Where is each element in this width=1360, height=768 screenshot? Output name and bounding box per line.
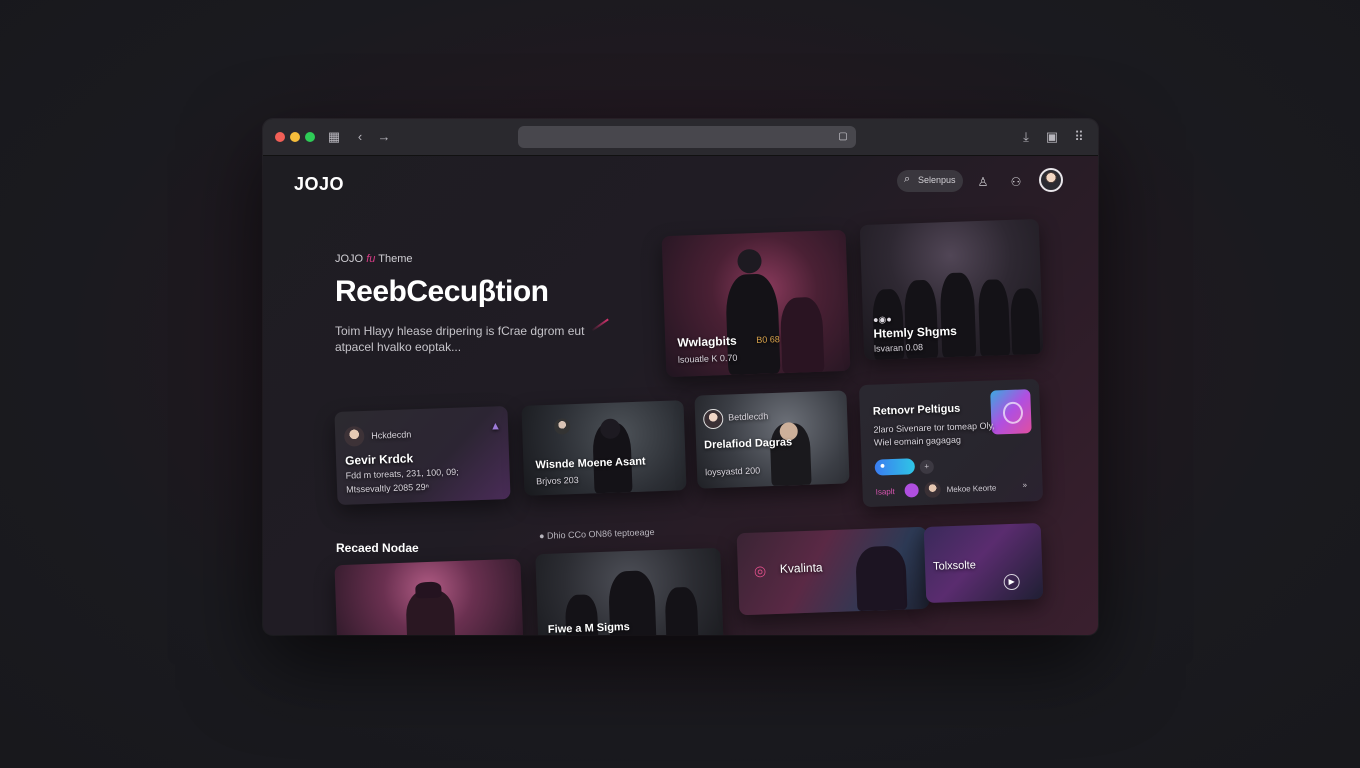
card-title: Fiwe a M Sigms bbox=[547, 621, 631, 635]
card-meta: Brjvos 203 bbox=[535, 474, 579, 487]
author-avatar bbox=[702, 408, 724, 430]
share-icon[interactable]: ▣ bbox=[1043, 128, 1061, 146]
card-title: Wwlagbits bbox=[677, 333, 737, 350]
author-name: Betdlecdh bbox=[728, 411, 769, 423]
card-meta: lsvaran 0.08 bbox=[873, 342, 924, 354]
footer-left-label: Isaplt bbox=[875, 486, 895, 497]
search-label: Selenpus bbox=[918, 175, 956, 185]
chevron-right-icon[interactable]: » bbox=[1022, 480, 1027, 489]
play-icon[interactable]: ▶ bbox=[1003, 573, 1020, 591]
section-meta: ● Dhio CCo ON86 teptoeage bbox=[539, 527, 655, 541]
users-icon[interactable]: ⚇ bbox=[1007, 173, 1025, 191]
card-title: Gevir Krdck bbox=[344, 451, 414, 468]
download-icon[interactable]: ⤓ bbox=[1017, 128, 1035, 146]
author-card[interactable]: Hckdecdn ▲ Gevir Krdck Fdd m toreats, 23… bbox=[334, 406, 511, 505]
media-card-9[interactable]: ◎ Kvalinta bbox=[736, 526, 930, 616]
section-title: Recaed Nodae bbox=[336, 541, 419, 555]
media-card-10[interactable]: Tolxsolte ▶ bbox=[923, 522, 1044, 604]
title-bar: ▦ ‹ → ▢ ⤓ ▣ ⠿ bbox=[263, 119, 1098, 156]
media-card-8[interactable]: Fiwe a M Sigms bbox=[535, 547, 724, 635]
app-logo[interactable]: JOJO bbox=[294, 174, 344, 195]
hero-kicker: JOJO fu Theme bbox=[335, 253, 412, 265]
featured-card-2[interactable]: ●◉● Htemly Shgms lsvaran 0.08 bbox=[859, 218, 1044, 361]
character-head bbox=[737, 248, 762, 274]
app-icon bbox=[990, 389, 1032, 435]
section-meta-text: Dhio CCo ON86 teptoeage bbox=[546, 526, 655, 541]
triangle-icon[interactable]: ▲ bbox=[490, 420, 501, 432]
drop-icon: ● bbox=[879, 460, 886, 471]
character-figure bbox=[855, 545, 908, 612]
character-figure bbox=[779, 296, 825, 374]
card-desc-1: 2laro Sivenare tor tomeap Oly, bbox=[873, 420, 995, 435]
card-title: Retnovr Peltigus bbox=[872, 402, 961, 418]
status-dot bbox=[904, 483, 919, 498]
maximize-window-button[interactable] bbox=[305, 132, 315, 142]
kicker-accent: fu bbox=[366, 253, 376, 265]
card-meta-1: Fdd m toreats, 231, 100, 09; bbox=[345, 466, 459, 481]
author-avatar bbox=[553, 418, 571, 435]
author-name: Hckdecdn bbox=[371, 429, 412, 441]
neon-icon: ◎ bbox=[753, 562, 767, 579]
card-icons: ●◉● bbox=[872, 314, 892, 325]
media-card-5[interactable]: Betdlecdh Drelafiod Dagras loysyastd 200 bbox=[694, 390, 850, 489]
grid-icon[interactable]: ⠿ bbox=[1070, 128, 1088, 146]
browser-window: ▦ ‹ → ▢ ⤓ ▣ ⠿ JOJO ⌕ Selenpus ♙ ⚇ JOJO f… bbox=[263, 119, 1098, 635]
character-figure bbox=[664, 586, 699, 635]
decorative-streak bbox=[591, 318, 609, 332]
featured-card-1[interactable]: Wwlagbits B0 68 lsouatle K 0.70 bbox=[661, 229, 851, 378]
search-icon: ⌕ bbox=[904, 173, 911, 185]
card-meta: loysyastd 200 bbox=[704, 465, 761, 478]
card-title: Htemly Shgms bbox=[873, 323, 958, 341]
card-desc-2: Wiel eomain gagagag bbox=[873, 434, 962, 448]
card-badge: B0 68 bbox=[756, 334, 780, 346]
character-figure bbox=[1010, 287, 1041, 355]
minimize-window-button[interactable] bbox=[290, 132, 300, 142]
hero-subtitle: Toim Hlayy hlease dripering is fCrae dgr… bbox=[335, 324, 585, 354]
hat-shape bbox=[415, 581, 442, 599]
author-avatar bbox=[343, 426, 365, 447]
media-card-4[interactable]: Wisnde Moene Asant Brjvos 203 bbox=[521, 400, 687, 496]
location-icon: ● bbox=[538, 530, 545, 542]
forward-icon[interactable]: → bbox=[375, 128, 393, 146]
plus-icon[interactable]: + bbox=[919, 459, 935, 475]
card-meta-2: Mtssevaltly 2085 29ⁿ bbox=[345, 481, 430, 495]
card-title: Tolxsolte bbox=[932, 559, 977, 573]
search-input[interactable]: ⌕ Selenpus bbox=[897, 170, 963, 192]
user-avatar bbox=[924, 481, 941, 498]
card-meta: lsouatle K 0.70 bbox=[677, 352, 738, 365]
close-window-button[interactable] bbox=[275, 132, 285, 142]
card-title: Kvalinta bbox=[779, 560, 823, 576]
toggle-switch[interactable]: ● bbox=[874, 458, 916, 476]
promo-card[interactable]: Retnovr Peltigus 2laro Sivenare tor tome… bbox=[858, 378, 1044, 508]
lock-icon: ▢ bbox=[838, 131, 848, 142]
profile-avatar[interactable] bbox=[1039, 168, 1063, 192]
back-icon[interactable]: ‹ bbox=[351, 128, 369, 146]
footer-right-label: Mekoe Keorte bbox=[946, 483, 997, 495]
kicker-suffix: Theme bbox=[378, 253, 413, 265]
kicker-prefix: JOJO bbox=[335, 253, 364, 265]
sidebar-icon[interactable]: ▦ bbox=[325, 128, 343, 146]
character-figure bbox=[939, 272, 977, 358]
media-card-7[interactable] bbox=[334, 558, 524, 635]
user-icon[interactable]: ♙ bbox=[974, 173, 992, 191]
hero-title: ReebCecuβtion bbox=[335, 275, 549, 308]
character-figure bbox=[977, 279, 1011, 357]
address-bar[interactable]: ▢ bbox=[518, 126, 856, 148]
